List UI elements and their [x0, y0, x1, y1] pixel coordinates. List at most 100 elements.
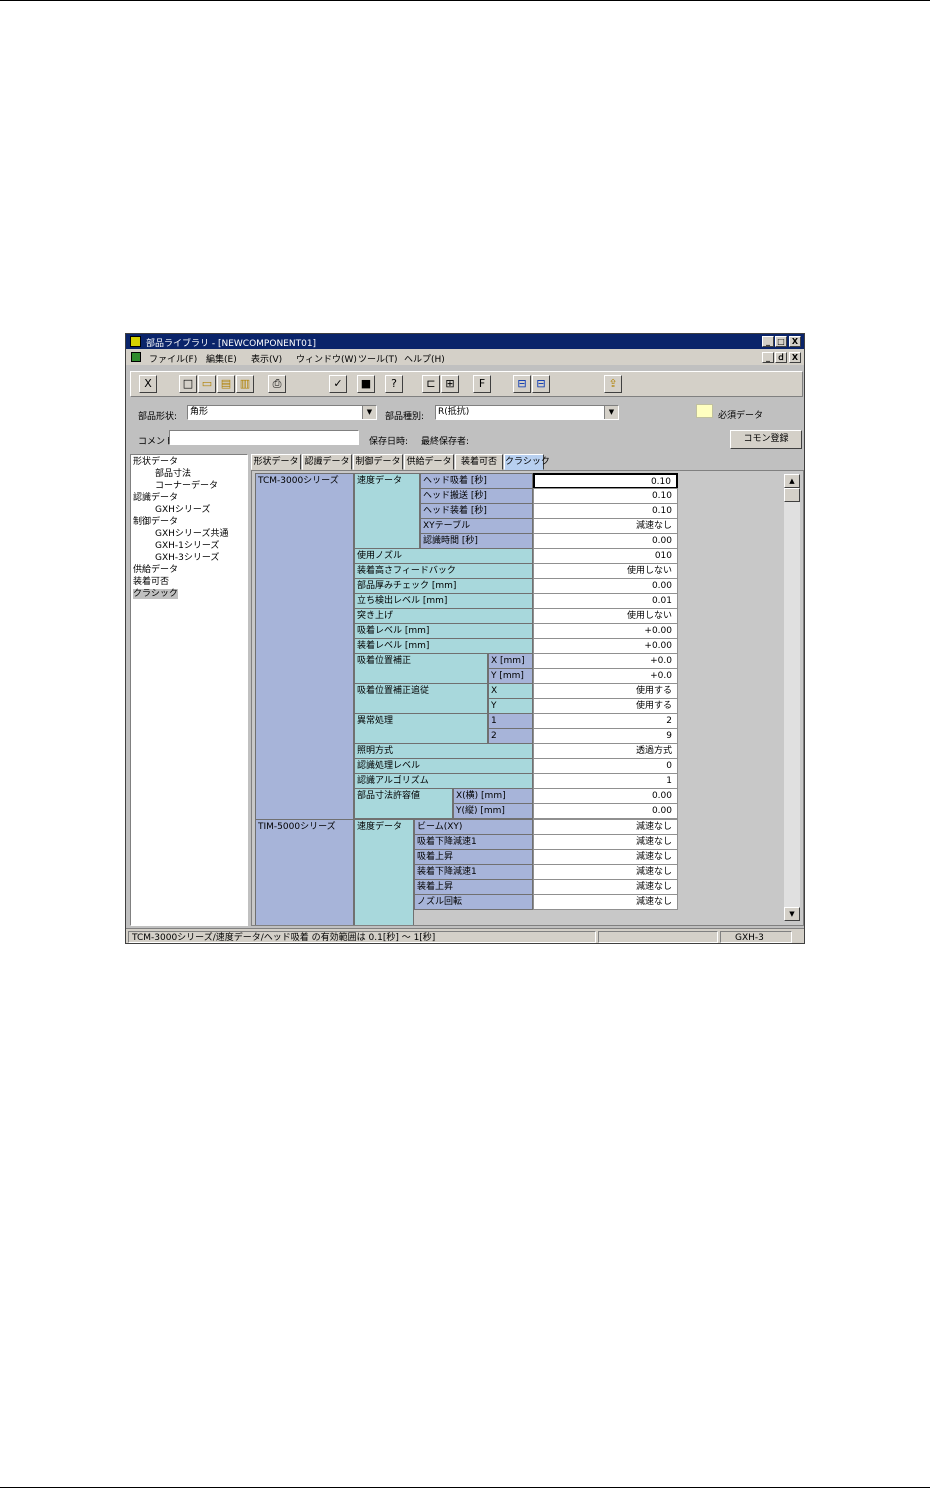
- row-label: ヘッド搬送 [秒]: [420, 488, 533, 504]
- tab-classic[interactable]: クラシック: [504, 454, 550, 470]
- mdi-restore-button[interactable]: ｄ: [775, 352, 787, 363]
- tab-shape[interactable]: 形状データ: [251, 454, 301, 470]
- window-cascade-icon[interactable]: ⊟: [513, 375, 531, 393]
- mdi-close-button[interactable]: X: [789, 352, 801, 363]
- row-label: 突き上げ: [354, 608, 533, 624]
- data-grid: TCM-3000シリーズ 速度データ ヘッド吸着 [秒] 0.10 ヘッド搬送 …: [251, 470, 804, 926]
- row-value[interactable]: 010: [533, 548, 678, 564]
- row-value[interactable]: 1: [533, 773, 678, 789]
- tab-supply[interactable]: 供給データ: [404, 454, 454, 470]
- row-value[interactable]: 減速なし: [533, 894, 678, 910]
- row-value[interactable]: 0.10: [533, 473, 678, 489]
- tree-node-supply[interactable]: 供給データ: [133, 565, 178, 575]
- tab-mountable[interactable]: 装着可否: [455, 454, 503, 470]
- tree-node-gxh1[interactable]: GXH-1シリーズ: [155, 541, 219, 551]
- menu-file[interactable]: ファイル(F): [149, 352, 197, 365]
- tree-node-recognition[interactable]: 認識データ: [133, 493, 178, 503]
- menu-edit[interactable]: 編集(E): [206, 352, 237, 365]
- row-value[interactable]: +0.0: [533, 653, 678, 669]
- tree-node-mountable[interactable]: 装着可否: [133, 577, 169, 587]
- row-value[interactable]: 0: [533, 758, 678, 774]
- tree-node-shape[interactable]: 形状データ: [133, 457, 178, 467]
- shape-select[interactable]: 角形 ▼: [187, 405, 377, 420]
- menu-view[interactable]: 表示(V): [251, 352, 282, 365]
- row-value[interactable]: 減速なし: [533, 864, 678, 880]
- row-value[interactable]: 0.01: [533, 593, 678, 609]
- print-icon[interactable]: ⎙: [268, 375, 286, 393]
- help-icon[interactable]: ?: [385, 375, 403, 393]
- upload-icon[interactable]: ⇪: [604, 375, 622, 393]
- comment-input[interactable]: [169, 430, 359, 445]
- tree-node-gxh3[interactable]: GXH-3シリーズ: [155, 553, 219, 563]
- menu-help[interactable]: ヘルプ(H): [404, 352, 445, 365]
- new-file-icon[interactable]: □: [179, 375, 197, 393]
- font-icon[interactable]: F: [473, 375, 491, 393]
- tree-node-gxh-common[interactable]: GXHシリーズ共通: [155, 529, 228, 539]
- mdi-minimize-button[interactable]: _: [762, 352, 774, 363]
- row-value[interactable]: 使用する: [533, 698, 678, 714]
- row-value[interactable]: 9: [533, 728, 678, 744]
- scroll-thumb[interactable]: [784, 488, 800, 502]
- save-as-icon[interactable]: ▥: [236, 375, 254, 393]
- check-icon[interactable]: ✓: [329, 375, 347, 393]
- vertical-scrollbar[interactable]: ▲ ▼: [784, 474, 800, 921]
- row-value[interactable]: 2: [533, 713, 678, 729]
- chevron-down-icon[interactable]: ▼: [604, 406, 618, 419]
- open-folder-icon[interactable]: ▭: [198, 375, 216, 393]
- row-value[interactable]: 減速なし: [533, 879, 678, 895]
- tab-recognition[interactable]: 認識データ: [302, 454, 352, 470]
- row-value[interactable]: 使用しない: [533, 608, 678, 624]
- tree-node-control[interactable]: 制御データ: [133, 517, 178, 527]
- row-value[interactable]: 減速なし: [533, 834, 678, 850]
- menu-window[interactable]: ウィンドウ(W): [296, 352, 357, 365]
- row-label: ヘッド吸着 [秒]: [420, 473, 533, 489]
- row-value[interactable]: 0.00: [533, 788, 678, 804]
- save-icon[interactable]: ▤: [217, 375, 235, 393]
- tab-control[interactable]: 制御データ: [353, 454, 403, 470]
- chevron-down-icon[interactable]: ▼: [362, 406, 376, 419]
- view-grid-icon[interactable]: ⊞: [441, 375, 459, 393]
- row-label: X(横) [mm]: [453, 788, 533, 804]
- row-label: XYテーブル: [420, 518, 533, 534]
- row-label: Y(縦) [mm]: [453, 803, 533, 819]
- common-register-button[interactable]: コモン登録: [730, 430, 802, 449]
- pickup-correction-label: 吸着位置補正: [354, 653, 488, 684]
- row-value[interactable]: 0.10: [533, 488, 678, 504]
- tree-node-classic[interactable]: クラシック: [133, 589, 178, 599]
- row-value[interactable]: +0.00: [533, 623, 678, 639]
- row-label: 使用ノズル: [354, 548, 533, 564]
- view-tree-icon[interactable]: ⊏: [422, 375, 440, 393]
- minimize-button[interactable]: _: [762, 336, 774, 347]
- row-value[interactable]: 0.10: [533, 503, 678, 519]
- scroll-down-icon[interactable]: ▼: [784, 907, 800, 921]
- row-value[interactable]: 使用する: [533, 683, 678, 699]
- maximize-button[interactable]: □: [775, 336, 787, 347]
- close-doc-icon[interactable]: X: [139, 375, 157, 393]
- title-bar: 部品ライブラリ - [NEWCOMPONENT01] _ □ X: [126, 334, 804, 349]
- row-value[interactable]: 減速なし: [533, 518, 678, 534]
- row-value[interactable]: 減速なし: [533, 819, 678, 835]
- row-value[interactable]: +0.00: [533, 638, 678, 654]
- type-select[interactable]: R(抵抗) ▼: [435, 405, 619, 420]
- row-label: ノズル回転: [414, 894, 533, 910]
- menu-tools[interactable]: ツール(T): [358, 352, 398, 365]
- row-value[interactable]: 使用しない: [533, 563, 678, 579]
- tree-node-gxh-series[interactable]: GXHシリーズ: [155, 505, 210, 515]
- row-label: X: [488, 683, 533, 699]
- close-button[interactable]: X: [789, 336, 801, 347]
- app-icon: [130, 336, 141, 347]
- row-value[interactable]: 0.00: [533, 533, 678, 549]
- tree-node-corner[interactable]: コーナーデータ: [155, 481, 218, 491]
- tree-node-dimensions[interactable]: 部品寸法: [155, 469, 191, 479]
- row-value[interactable]: 0.00: [533, 578, 678, 594]
- toolbar: X □ ▭ ▤ ▥ ⎙ ✓ ■ ? ⊏ ⊞ F ⊟ ⊟ ⇪: [130, 371, 803, 397]
- document-icon[interactable]: [131, 352, 141, 362]
- scroll-up-icon[interactable]: ▲: [784, 474, 800, 488]
- status-message: TCM-3000シリーズ/速度データ/ヘッド吸着 の有効範囲は 0.1[秒] ～…: [128, 931, 596, 943]
- row-value[interactable]: 減速なし: [533, 849, 678, 865]
- window-tile-icon[interactable]: ⊟: [532, 375, 550, 393]
- row-value[interactable]: 透過方式: [533, 743, 678, 759]
- row-value[interactable]: +0.0: [533, 668, 678, 684]
- stop-icon[interactable]: ■: [357, 375, 375, 393]
- row-value[interactable]: 0.00: [533, 803, 678, 819]
